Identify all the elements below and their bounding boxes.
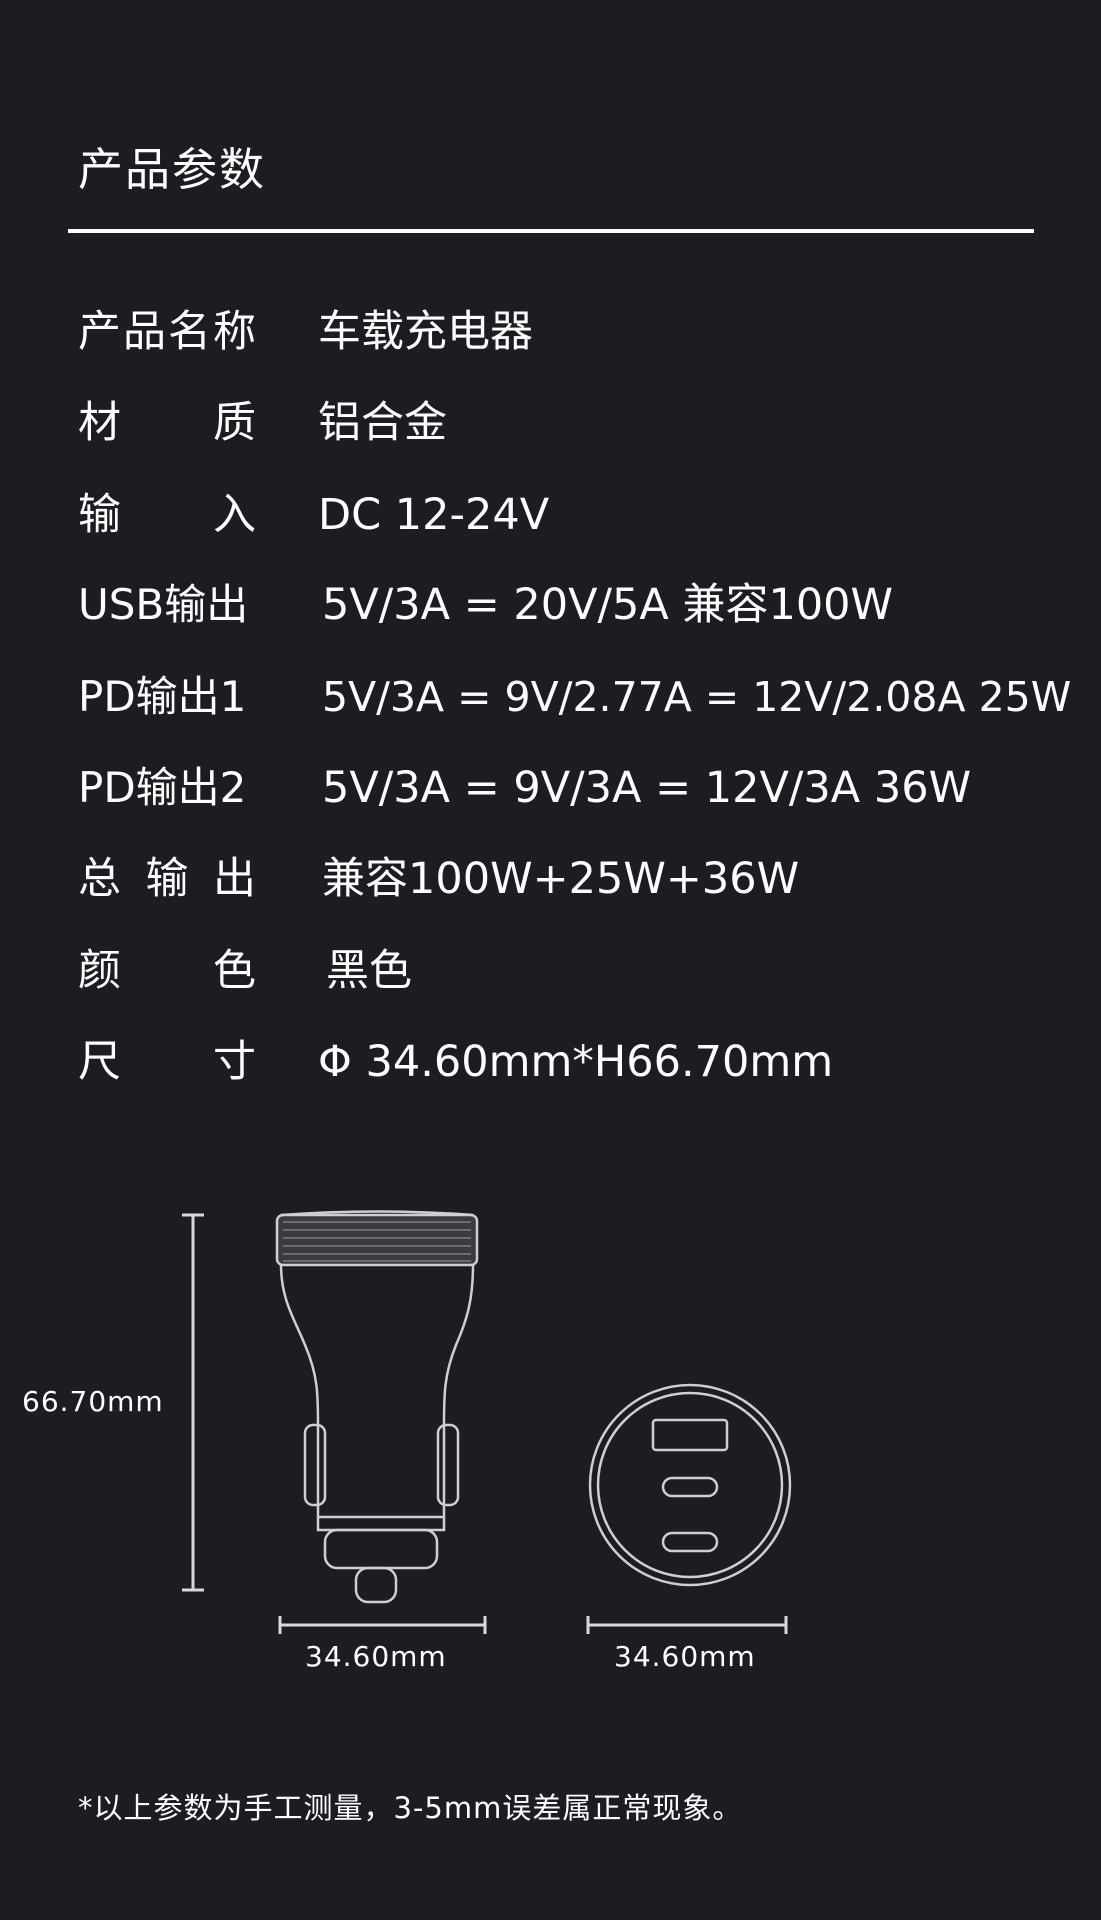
usb-c-port xyxy=(661,1476,719,1498)
label-char: 输 xyxy=(78,490,121,540)
spec-value: 5V/3A = 9V/2.77A = 12V/2.08A 25W xyxy=(322,673,1072,721)
spec-label: USB输出 xyxy=(78,575,256,635)
label-char: 输 xyxy=(145,854,189,904)
spec-label: 颜 色 xyxy=(78,941,256,1001)
spec-row-pd-output-2: PD输出2 5V/3A = 9V/3A = 12V/3A 36W xyxy=(0,758,1101,818)
spec-row-total-output: 总 输 出 兼容100W+25W+36W xyxy=(0,849,1101,909)
spec-value: Φ 34.60mm*H66.70mm xyxy=(318,1037,834,1087)
spec-label: 输 入 xyxy=(78,485,256,545)
spec-label: 尺 寸 xyxy=(78,1032,256,1092)
side-width-dimension-line xyxy=(278,1616,487,1634)
spec-row-color: 颜 色 黑色 xyxy=(0,941,1101,1001)
label-text: PD输出2 xyxy=(78,763,247,812)
spec-value: DC 12-24V xyxy=(318,490,550,540)
label-char: 质 xyxy=(213,398,256,448)
label-char: 出 xyxy=(213,854,256,904)
label-char: 产 xyxy=(78,307,121,357)
label-char: 材 xyxy=(78,398,121,448)
spec-row-input: 输 入 DC 12-24V xyxy=(0,485,1101,545)
charger-drawing xyxy=(182,1210,792,1634)
label-char: 入 xyxy=(213,490,256,540)
spec-value: 铝合金 xyxy=(318,398,447,448)
title-divider xyxy=(68,229,1034,233)
spec-row-pd-output-1: PD输出1 5V/3A = 9V/2.77A = 12V/2.08A 25W xyxy=(0,667,1101,727)
label-char: 寸 xyxy=(213,1037,256,1087)
label-char: 品 xyxy=(123,307,166,357)
spec-row-name: 产 品 名 称 车载充电器 xyxy=(0,302,1101,362)
spec-label: 总 输 出 xyxy=(78,849,256,909)
charger-top-view xyxy=(588,1383,792,1587)
spec-label: PD输出2 xyxy=(78,758,256,818)
usb-a-port xyxy=(651,1418,729,1452)
height-dimension-label: 66.70mm xyxy=(22,1385,164,1418)
page-title: 产品参数 xyxy=(78,143,267,196)
spec-label: 产 品 名 称 xyxy=(78,302,256,362)
label-text: USB输出 xyxy=(78,580,249,629)
top-width-dimension-line xyxy=(586,1616,788,1634)
spec-value: 车载充电器 xyxy=(318,307,533,357)
spec-value: 黑色 xyxy=(326,946,412,996)
usb-c-port xyxy=(661,1531,719,1553)
top-width-dimension-label: 34.60mm xyxy=(614,1640,756,1673)
label-char: 色 xyxy=(213,946,256,996)
spec-row-usb-output: USB输出 5V/3A = 20V/5A 兼容100W xyxy=(0,575,1101,635)
height-dimension-line xyxy=(182,1213,204,1592)
label-char: 名 xyxy=(168,307,211,357)
spec-label: PD输出1 xyxy=(78,667,256,727)
side-width-dimension-label: 34.60mm xyxy=(305,1640,447,1673)
label-char: 称 xyxy=(213,307,256,357)
label-char: 尺 xyxy=(78,1037,121,1087)
label-char: 颜 xyxy=(78,946,121,996)
measurement-footnote: *以上参数为手工测量，3-5mm误差属正常现象。 xyxy=(78,1791,743,1825)
label-text: PD输出1 xyxy=(78,672,247,721)
charger-side-view xyxy=(275,1210,479,1604)
spec-value: 5V/3A = 20V/5A 兼容100W xyxy=(322,580,894,630)
spec-row-size: 尺 寸 Φ 34.60mm*H66.70mm xyxy=(0,1032,1101,1092)
spec-value: 兼容100W+25W+36W xyxy=(322,854,800,904)
label-char: 总 xyxy=(78,854,121,904)
dimension-diagram: 66.70mm 34.60mm 34.60mm xyxy=(0,1190,1101,1690)
spec-row-material: 材 质 铝合金 xyxy=(0,393,1101,453)
spec-label: 材 质 xyxy=(78,393,256,453)
spec-value: 5V/3A = 9V/3A = 12V/3A 36W xyxy=(322,763,972,813)
